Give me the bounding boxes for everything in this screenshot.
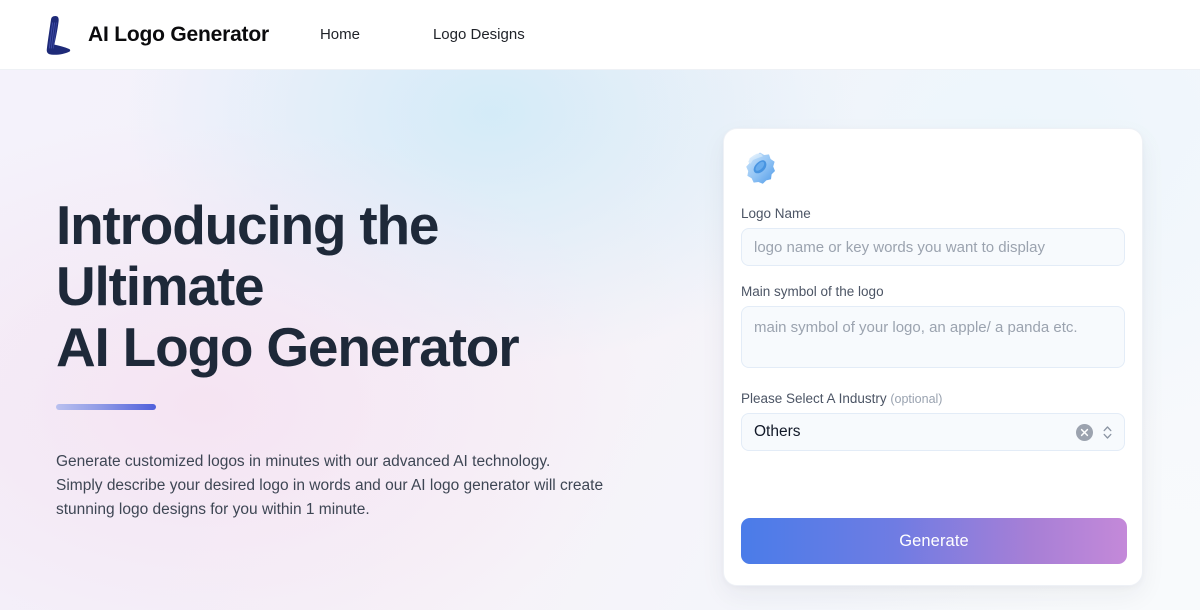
industry-optional-note: (optional)	[890, 392, 943, 406]
nav-link-home[interactable]: Home	[306, 20, 374, 49]
main-nav: Home Logo Designs	[306, 20, 539, 49]
industry-select[interactable]: Others	[741, 413, 1125, 451]
hero-copy: Introducing the Ultimate AI Logo Generat…	[56, 195, 736, 522]
headline-line-2: Ultimate	[56, 255, 265, 317]
accent-divider-bar	[56, 404, 156, 410]
main-symbol-label: Main symbol of the logo	[741, 284, 884, 299]
industry-label: Please Select A Industry (optional)	[741, 391, 1125, 406]
description-line-3: stunning logo designs for you within 1 m…	[56, 501, 370, 518]
circle-x-clear-icon[interactable]	[1076, 423, 1093, 441]
generate-button[interactable]: Generate	[741, 518, 1127, 564]
nav-link-logo-designs[interactable]: Logo Designs	[419, 20, 539, 49]
logo-name-input[interactable]	[741, 228, 1125, 266]
blue-rosette-badge-icon	[746, 152, 775, 184]
headline-line-3: AI Logo Generator	[56, 316, 520, 378]
page-title: Introducing the Ultimate AI Logo Generat…	[56, 195, 736, 378]
main-symbol-textarea[interactable]	[741, 306, 1125, 368]
headline-line-1: Introducing the	[56, 194, 439, 256]
brand-home-link[interactable]: AI Logo Generator	[40, 13, 269, 57]
industry-label-text: Please Select A Industry	[741, 391, 887, 406]
description-line-1: Generate customized logos in minutes wit…	[56, 453, 551, 470]
logo-generator-form-card: Logo Name Main symbol of the logo Please…	[723, 128, 1143, 586]
hero-description: Generate customized logos in minutes wit…	[56, 450, 716, 522]
logo-name-label: Logo Name	[741, 206, 811, 221]
chevron-up-down-icon[interactable]	[1101, 423, 1114, 442]
brand-title: AI Logo Generator	[88, 22, 269, 46]
app-root: AI Logo Generator Home Logo Designs Intr…	[0, 0, 1200, 610]
description-line-2: Simply describe your desired logo in wor…	[56, 477, 604, 494]
site-header: AI Logo Generator Home Logo Designs	[0, 0, 1200, 70]
stylized-letter-l-logo-icon	[46, 15, 71, 55]
industry-selected-value: Others	[754, 423, 801, 440]
